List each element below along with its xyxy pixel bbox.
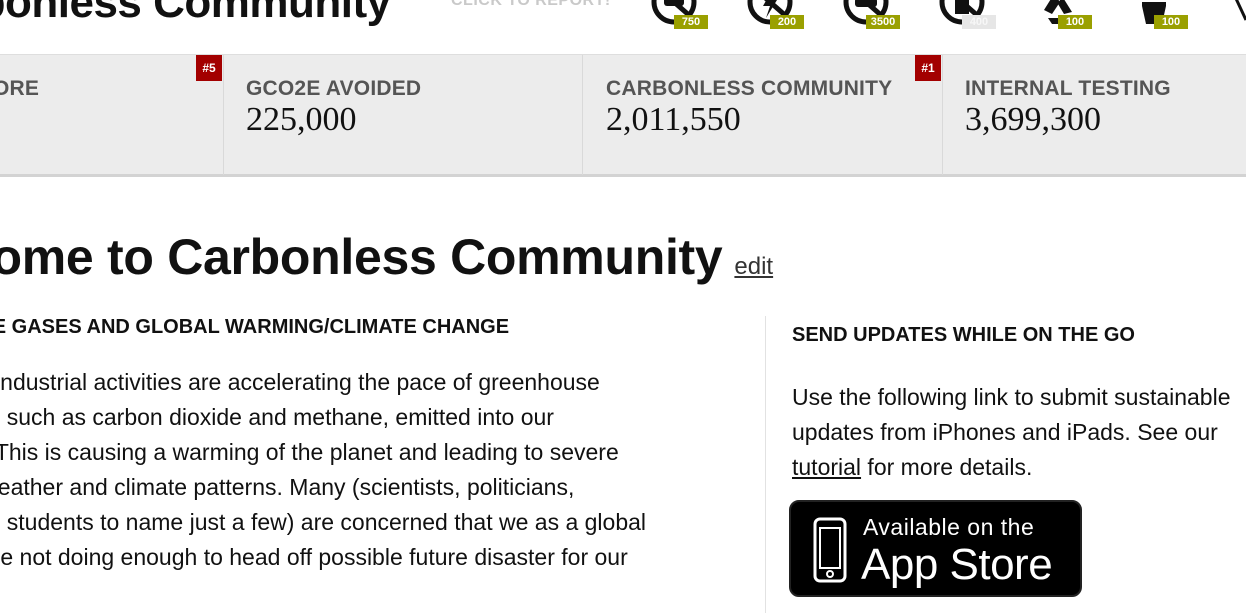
edit-link[interactable]: edit <box>734 253 773 280</box>
sidebar-text-line: tutorial for more details. <box>792 454 1032 481</box>
column-divider <box>765 316 766 613</box>
paragraph-line: and students to name just a few) are con… <box>0 509 647 535</box>
paragraph-line: re. This is causing a warming of the pla… <box>0 439 619 465</box>
tutorial-link[interactable]: tutorial <box>792 454 861 480</box>
stat-label: GCO2E AVOIDED <box>246 77 422 100</box>
stat-label: INTERNAL TESTING <box>965 77 1171 100</box>
page-title: come to Carbonless Community <box>0 229 723 285</box>
report-reusable-cup-button[interactable]: 100 <box>1128 0 1188 42</box>
site-title[interactable]: rbonless Community <box>0 0 391 28</box>
click-to-report-label: CLICK TO REPORT! <box>451 0 611 9</box>
app-store-button[interactable]: Available on the App Store <box>789 500 1082 597</box>
stat-block[interactable]: ORE #5 <box>0 55 224 175</box>
rank-badge: #1 <box>915 55 941 81</box>
report-no-driving-button[interactable]: 3500 <box>840 0 900 42</box>
report-count-badge: 200 <box>770 15 804 29</box>
bicycle-icon[interactable] <box>1226 0 1246 30</box>
stat-value: 2,011,550 <box>606 101 741 138</box>
report-no-trash-button[interactable]: 400 <box>936 0 996 42</box>
report-recycle-button[interactable]: 100 <box>1032 0 1092 42</box>
sidebar-text: Use the following link to submit sustain… <box>792 384 1231 410</box>
page-heading: come to Carbonless Community edit <box>0 228 773 286</box>
sidebar-heading: SEND UPDATES WHILE ON THE GO <box>792 324 1135 346</box>
iphone-icon <box>813 517 847 583</box>
paragraph-line: IG), such as carbon dioxide and methane,… <box>0 404 554 430</box>
site-header: rbonless Community CLICK TO REPORT! 750 … <box>0 0 1246 54</box>
report-count-badge: 400 <box>962 15 996 29</box>
paragraph-line: y are not doing enough to head off possi… <box>0 544 628 570</box>
paragraph-line: n weather and climate patterns. Many (sc… <box>0 474 575 500</box>
leaderboard-stats: ORE #5 GCO2E AVOIDED 225,000 CARBONLESS … <box>0 54 1246 177</box>
stat-value: 3,699,300 <box>965 101 1101 138</box>
paragraph-line: d's industrial activities are accelerati… <box>0 369 600 395</box>
stat-block[interactable]: INTERNAL TESTING 3,699,300 <box>943 55 1246 175</box>
report-count-badge: 100 <box>1154 15 1188 29</box>
sidebar-text: updates from iPhones and iPads. See our <box>792 419 1218 445</box>
stat-label: ORE <box>0 77 40 100</box>
stat-block[interactable]: CARBONLESS COMMUNITY 2,011,550 #1 <box>583 55 943 175</box>
report-no-electricity-button[interactable]: 200 <box>744 0 804 42</box>
report-count-badge: 750 <box>674 15 708 29</box>
section-heading: USE GASES AND GLOBAL WARMING/CLIMATE CHA… <box>0 316 510 338</box>
sidebar-text: for more details. <box>861 454 1033 480</box>
report-no-car-button[interactable]: 750 <box>648 0 708 42</box>
report-count-badge: 3500 <box>866 15 900 29</box>
rank-badge: #5 <box>196 55 222 81</box>
stat-value: 225,000 <box>246 101 357 138</box>
app-store-small-text: Available on the <box>863 514 1035 540</box>
stat-block[interactable]: GCO2E AVOIDED 225,000 <box>224 55 583 175</box>
app-store-big-text: App Store <box>861 540 1053 589</box>
report-count-badge: 100 <box>1058 15 1092 29</box>
stat-label: CARBONLESS COMMUNITY <box>606 77 893 100</box>
